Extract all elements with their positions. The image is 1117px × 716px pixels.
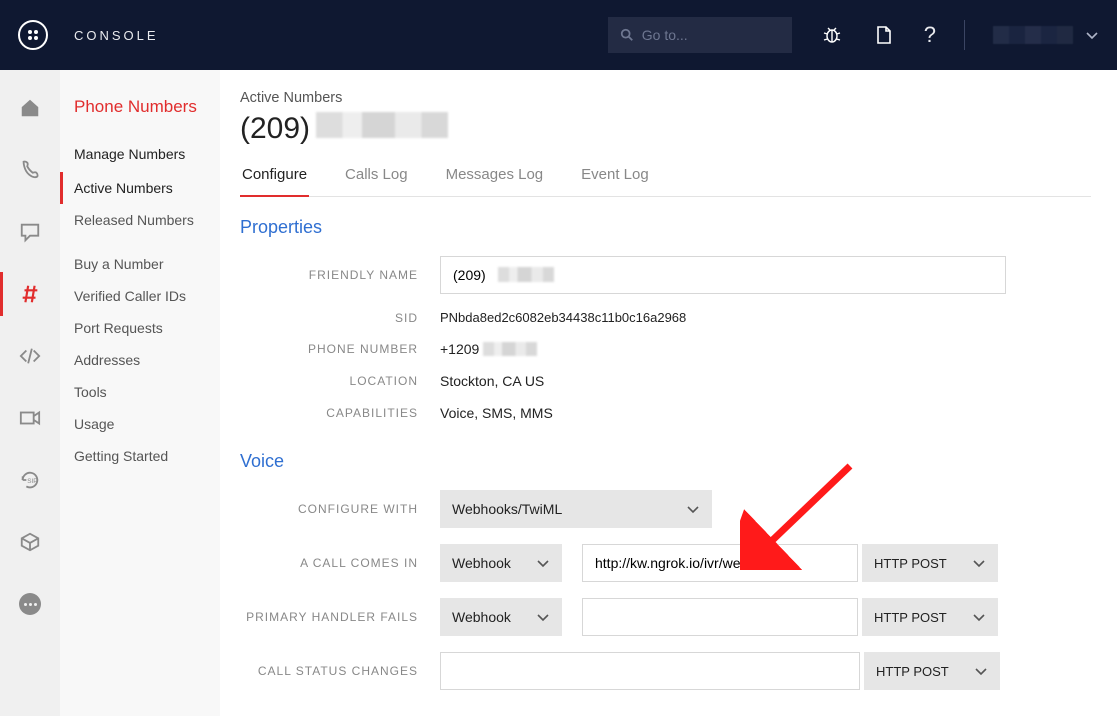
rail-more-icon[interactable] (0, 588, 60, 620)
label-capabilities: CAPABILITIES (240, 406, 440, 420)
sidebar-item-released-numbers[interactable]: Released Numbers (60, 204, 220, 236)
logo-icon[interactable] (18, 20, 48, 50)
select-status-changes-method[interactable]: HTTP POST (864, 652, 1000, 690)
divider (964, 20, 965, 50)
value-location: Stockton, CA US (440, 373, 544, 389)
rail-sip-icon[interactable]: SIP (0, 464, 60, 496)
help-icon[interactable]: ? (924, 22, 936, 48)
tab-configure[interactable]: Configure (240, 160, 309, 197)
content: Active Numbers (209) Configure Calls Log… (220, 70, 1117, 716)
select-call-comes-in-method[interactable]: HTTP POST (862, 544, 998, 582)
chevron-down-icon (972, 556, 986, 570)
section-properties: Properties (240, 217, 1091, 238)
sidebar-item-active-numbers[interactable]: Active Numbers (60, 172, 220, 204)
tab-event-log[interactable]: Event Log (579, 160, 651, 196)
debug-icon[interactable] (820, 25, 844, 45)
console-label[interactable]: CONSOLE (74, 28, 159, 43)
tabs: Configure Calls Log Messages Log Event L… (240, 160, 1091, 197)
chevron-down-icon (974, 664, 988, 678)
page-title: (209) (240, 112, 1091, 146)
topbar: CONSOLE Go to... ? (0, 0, 1117, 70)
rail-home-icon[interactable] (0, 92, 60, 124)
value-capabilities: Voice, SMS, MMS (440, 405, 553, 421)
chevron-down-icon (972, 610, 986, 624)
label-sid: SID (240, 311, 440, 325)
section-voice: Voice (240, 451, 1091, 472)
chevron-down-icon (686, 502, 700, 516)
redacted-number (316, 112, 448, 138)
user-name-redacted (993, 26, 1073, 44)
rail-video-icon[interactable] (0, 402, 60, 434)
chevron-down-icon (536, 556, 550, 570)
select-configure-with[interactable]: Webhooks/TwiML (440, 490, 712, 528)
select-primary-fails-type[interactable]: Webhook (440, 598, 562, 636)
label-primary-fails: PRIMARY HANDLER FAILS (240, 610, 440, 624)
value-phone-number: +1209 (440, 341, 537, 357)
search-icon (620, 28, 634, 42)
chevron-down-icon (536, 610, 550, 624)
rail-hash-icon[interactable] (0, 278, 60, 310)
label-call-comes-in: A CALL COMES IN (240, 556, 440, 570)
breadcrumb[interactable]: Active Numbers (240, 90, 1091, 106)
tab-messages-log[interactable]: Messages Log (444, 160, 546, 196)
redacted-friendly-name (498, 267, 554, 282)
sidebar-item-port[interactable]: Port Requests (60, 312, 220, 344)
sidebar-item-getting-started[interactable]: Getting Started (60, 440, 220, 472)
input-status-changes-url[interactable] (440, 652, 860, 690)
rail-phone-icon[interactable] (0, 154, 60, 186)
chevron-down-icon (1085, 28, 1099, 42)
label-location: LOCATION (240, 374, 440, 388)
search-placeholder: Go to... (642, 27, 688, 43)
icon-rail: SIP (0, 70, 60, 716)
sidebar-item-addresses[interactable]: Addresses (60, 344, 220, 376)
input-primary-fails-url[interactable] (582, 598, 858, 636)
sidebar-item-buy[interactable]: Buy a Number (60, 248, 220, 280)
sidebar-item-tools[interactable]: Tools (60, 376, 220, 408)
input-call-comes-in-url[interactable] (582, 544, 858, 582)
search-input[interactable]: Go to... (608, 17, 792, 53)
sidebar-section-manage[interactable]: Manage Numbers (60, 140, 220, 172)
user-menu[interactable] (993, 26, 1099, 44)
select-primary-fails-method[interactable]: HTTP POST (862, 598, 998, 636)
label-status-changes: CALL STATUS CHANGES (240, 664, 440, 678)
svg-text:SIP: SIP (27, 478, 37, 485)
rail-code-icon[interactable] (0, 340, 60, 372)
redacted-phone-number (483, 342, 537, 356)
document-icon[interactable] (872, 25, 896, 45)
tab-calls-log[interactable]: Calls Log (343, 160, 410, 196)
select-call-comes-in-type[interactable]: Webhook (440, 544, 562, 582)
sidebar: Phone Numbers Manage Numbers Active Numb… (60, 70, 220, 716)
label-friendly-name: FRIENDLY NAME (240, 268, 440, 282)
label-configure-with: CONFIGURE WITH (240, 502, 440, 516)
page-title-areacode: (209) (240, 112, 310, 146)
sidebar-item-usage[interactable]: Usage (60, 408, 220, 440)
value-sid: PNbda8ed2c6082eb34438c11b0c16a2968 (440, 310, 686, 325)
label-phone-number: PHONE NUMBER (240, 342, 440, 356)
rail-chat-icon[interactable] (0, 216, 60, 248)
rail-package-icon[interactable] (0, 526, 60, 558)
sidebar-title[interactable]: Phone Numbers (60, 96, 220, 140)
sidebar-item-verified[interactable]: Verified Caller IDs (60, 280, 220, 312)
